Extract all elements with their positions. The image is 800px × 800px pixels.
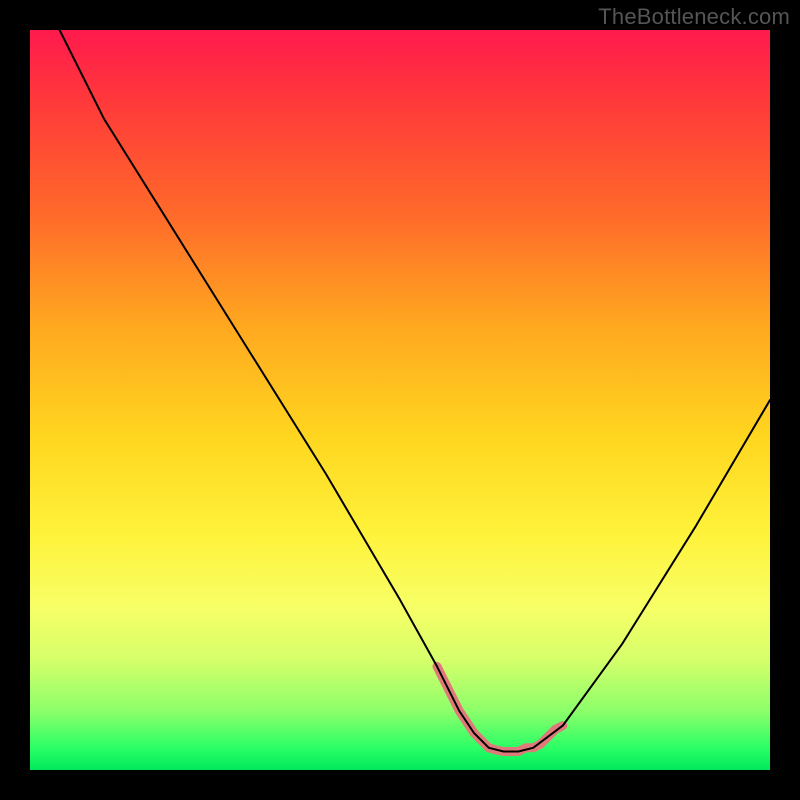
curve-path (60, 30, 770, 752)
chart-stage: TheBottleneck.com (0, 0, 800, 800)
plot-area (30, 30, 770, 770)
chart-svg (30, 30, 770, 770)
watermark-text: TheBottleneck.com (598, 4, 790, 30)
